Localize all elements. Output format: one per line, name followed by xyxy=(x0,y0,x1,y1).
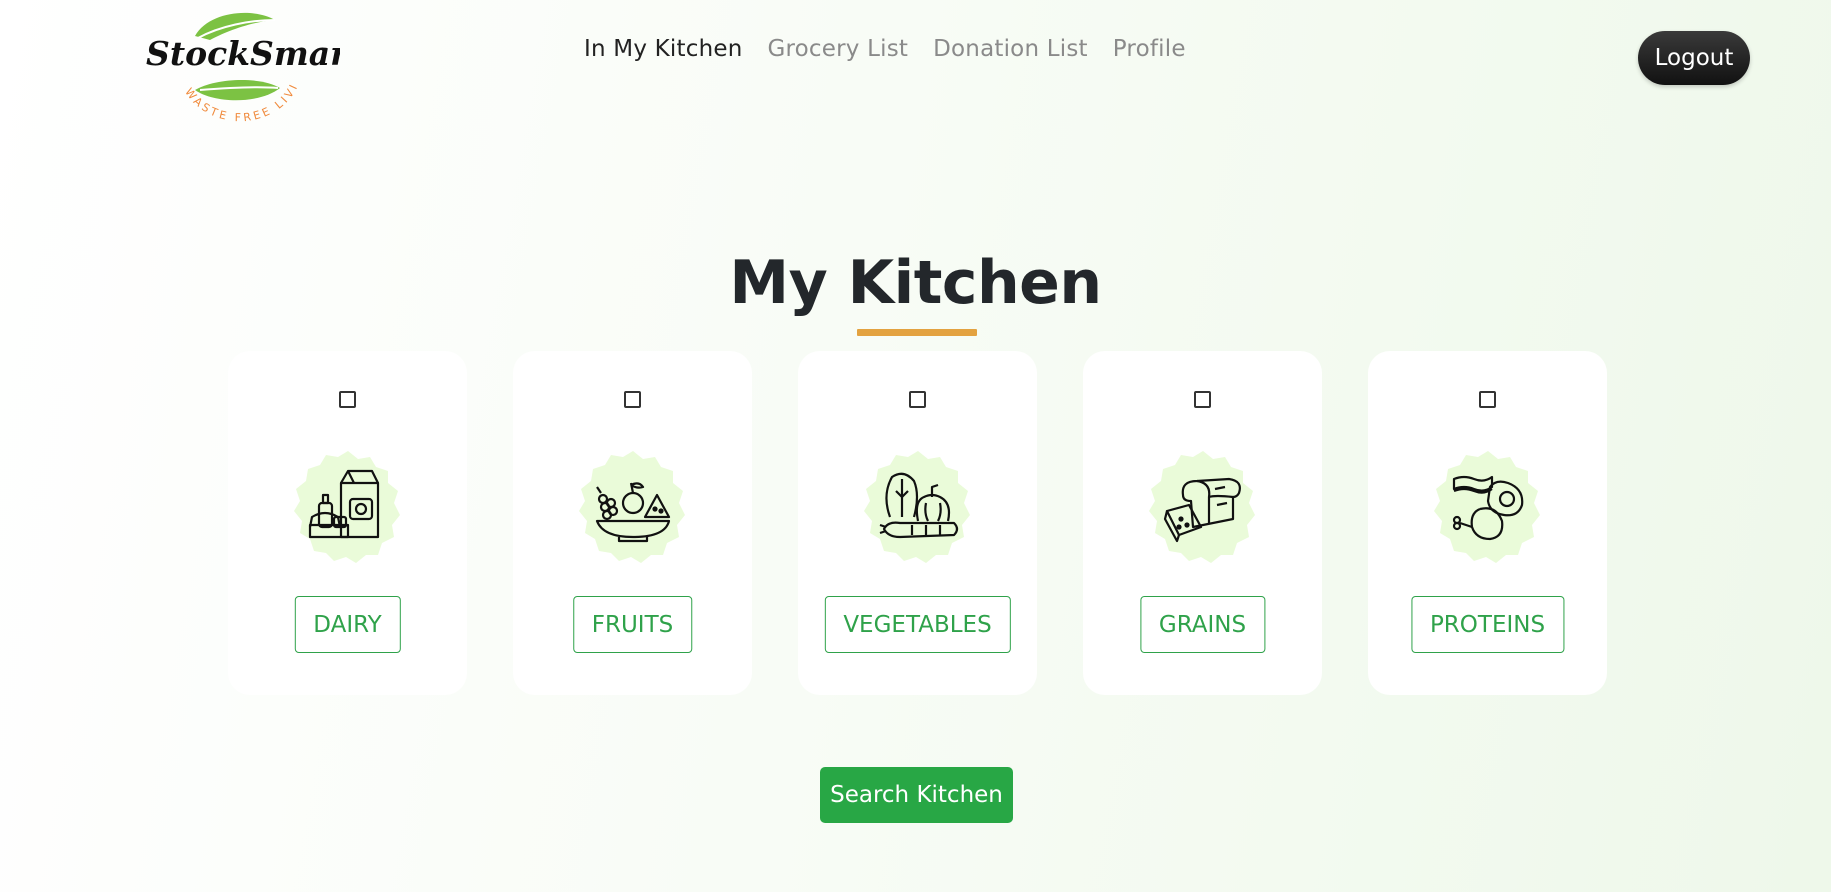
title-underline xyxy=(857,329,977,336)
nav-in-my-kitchen[interactable]: In My Kitchen xyxy=(584,36,742,62)
main-nav: In My Kitchen Grocery List Donation List… xyxy=(584,36,1211,62)
grains-icon xyxy=(1145,447,1261,563)
category-card-fruits: FRUITS xyxy=(513,351,752,695)
brand-logo[interactable]: StockSmart WASTE FREE LIVING xyxy=(134,0,363,138)
proteins-button[interactable]: PROTEINS xyxy=(1410,596,1565,653)
category-card-vegetables: VEGETABLES xyxy=(798,351,1037,695)
vegetables-icon xyxy=(860,447,976,563)
proteins-checkbox[interactable] xyxy=(1479,391,1496,408)
category-cards: DAIRY FRUITS VEGETABLES GRAINS PROTEINS xyxy=(228,351,1607,695)
nav-profile[interactable]: Profile xyxy=(1113,36,1186,62)
grains-button[interactable]: GRAINS xyxy=(1139,596,1266,653)
fruits-button[interactable]: FRUITS xyxy=(572,596,693,653)
dairy-checkbox[interactable] xyxy=(339,391,356,408)
grains-checkbox[interactable] xyxy=(1194,391,1211,408)
logout-button[interactable]: Logout xyxy=(1638,31,1750,85)
fruits-checkbox[interactable] xyxy=(624,391,641,408)
vegetables-checkbox[interactable] xyxy=(909,391,926,408)
nav-grocery-list[interactable]: Grocery List xyxy=(767,36,908,62)
nav-donation-list[interactable]: Donation List xyxy=(933,36,1088,62)
dairy-button[interactable]: DAIRY xyxy=(294,596,401,653)
page-title: My Kitchen xyxy=(729,248,1102,318)
vegetables-button[interactable]: VEGETABLES xyxy=(824,596,1011,653)
stocksmart-logo-icon: StockSmart WASTE FREE LIVING xyxy=(134,0,363,124)
search-kitchen-button[interactable]: Search Kitchen xyxy=(820,767,1013,823)
brand-name: StockSmart xyxy=(146,34,340,73)
category-card-grains: GRAINS xyxy=(1083,351,1322,695)
dairy-icon xyxy=(290,447,406,563)
proteins-icon xyxy=(1430,447,1546,563)
category-card-dairy: DAIRY xyxy=(228,351,467,695)
category-card-proteins: PROTEINS xyxy=(1368,351,1607,695)
fruits-icon xyxy=(575,447,691,563)
